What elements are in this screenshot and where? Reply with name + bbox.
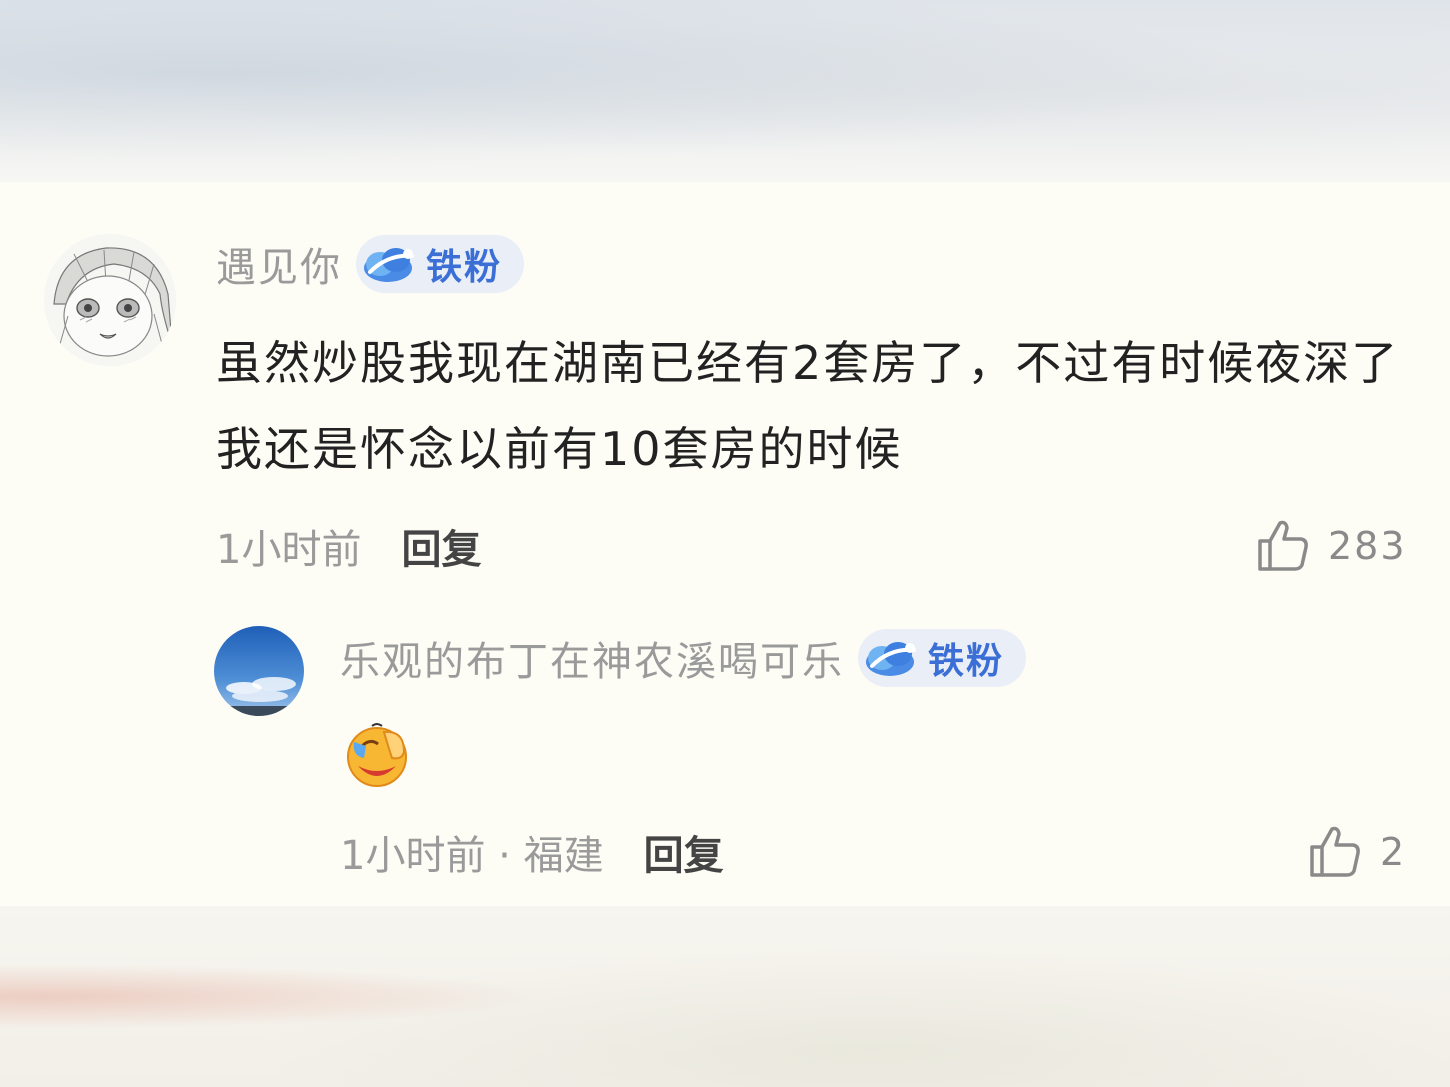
avatar[interactable] (44, 234, 176, 366)
blurred-background-top (0, 0, 1450, 182)
timestamp: 1小时前 · 福建 (340, 833, 604, 879)
like-button[interactable]: 283 (1256, 516, 1407, 576)
fan-cloud-icon (364, 248, 414, 282)
like-button[interactable]: 2 (1308, 822, 1406, 882)
reply-meta: 1小时前 · 福建 回复 (340, 822, 724, 882)
fan-badge: 铁粉 (858, 629, 1027, 687)
username[interactable]: 遇见你 (216, 235, 342, 293)
comment-header: 遇见你 铁粉 (216, 234, 525, 294)
fan-badge: 铁粉 (356, 235, 525, 293)
username[interactable]: 乐观的布丁在神农溪喝可乐 (340, 629, 844, 687)
fan-cloud-icon (866, 642, 916, 676)
blurred-background-bottom (0, 906, 1450, 1087)
thumbs-up-icon (1258, 520, 1308, 571)
facepalm-laugh-emoji (347, 723, 407, 787)
badge-label: 铁粉 (928, 641, 1005, 682)
reply-button[interactable]: 回复 (401, 517, 481, 575)
comment-meta: 1小时前 回复 (216, 516, 481, 576)
like-count: 2 (1380, 830, 1407, 874)
thumbs-up-icon (1310, 826, 1360, 877)
badge-label: 铁粉 (426, 247, 503, 288)
like-count: 283 (1328, 524, 1407, 568)
reply-emoji (344, 722, 410, 788)
timestamp: 1小时前 (216, 527, 362, 573)
avatar[interactable] (214, 626, 304, 716)
sky-avatar-icon (214, 626, 304, 716)
reply-button[interactable]: 回复 (644, 823, 724, 881)
anime-avatar-icon (44, 234, 176, 366)
reply-header: 乐观的布丁在神农溪喝可乐 铁粉 (340, 628, 1027, 688)
comment-body: 虽然炒股我现在湖南已经有2套房了，不过有时候夜深了我还是怀念以前有10套房的时候 (216, 336, 1400, 476)
comment-card: 遇见你 铁粉 虽然炒股我现在湖南已经有2套房了，不过有时候夜深了我还是怀念以前有… (0, 182, 1450, 906)
